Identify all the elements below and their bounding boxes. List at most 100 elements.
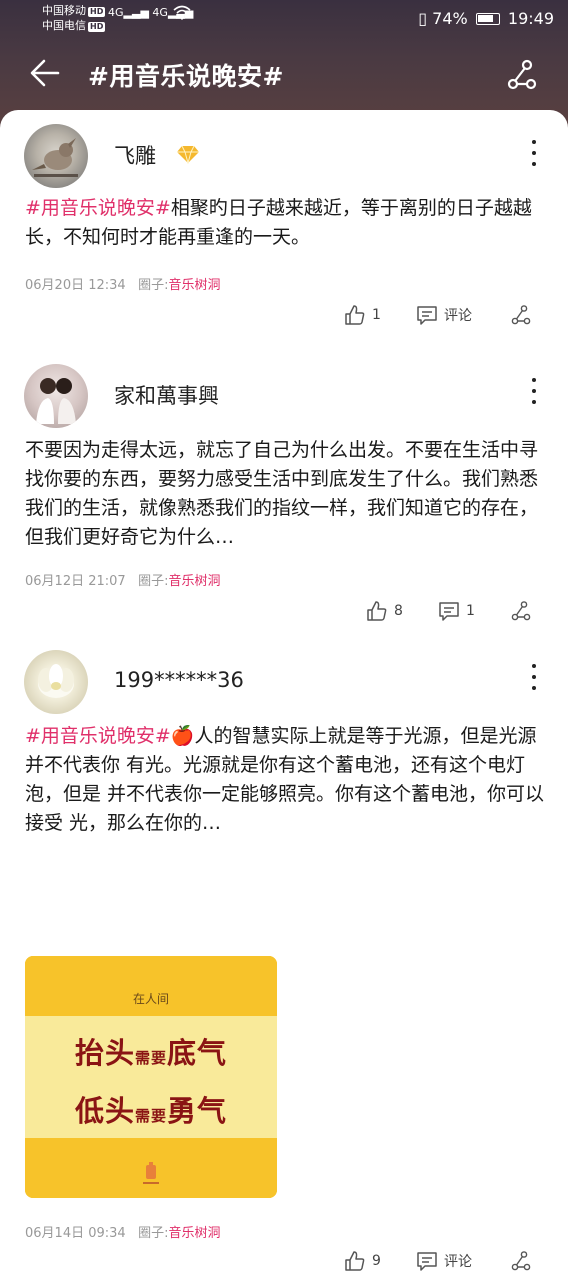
post-meta: 06月12日 21:07 圈子:音乐树洞: [25, 570, 221, 589]
like-count: 9: [372, 1253, 381, 1269]
network-type-1: 4G: [108, 6, 124, 19]
comment-label: 评论: [444, 1254, 472, 1270]
image-line-2: 低头需要勇气: [25, 1088, 277, 1130]
share-button[interactable]: [505, 58, 539, 92]
more-dot: [532, 378, 536, 382]
image-text-small: 需要: [134, 1049, 167, 1067]
share-icon: [511, 305, 531, 325]
comment-icon: [439, 602, 459, 621]
like-count: 1: [372, 307, 381, 323]
username[interactable]: 家和萬事興: [114, 380, 219, 410]
battery-percent: 74%: [432, 9, 468, 28]
thumbs-up-icon: [367, 601, 387, 621]
username[interactable]: 199******36: [114, 668, 244, 692]
vibrate-icon: ▯: [418, 9, 428, 28]
status-bar: 中国移动 HD 中国电信 HD 4G▂▃▅ 4G▂▃▅ ▯ 74% 19:49: [0, 0, 568, 38]
more-options-button[interactable]: [520, 374, 548, 408]
avatar[interactable]: [24, 650, 88, 714]
network-type-2: 4G: [152, 6, 168, 19]
more-dot: [532, 675, 536, 679]
post-meta: 06月20日 12:34 圈子:音乐树洞: [25, 274, 221, 293]
circle-label: 圈子:: [138, 1226, 169, 1241]
like-button[interactable]: 9: [344, 1246, 381, 1276]
like-count: 8: [394, 603, 403, 619]
comment-label: 评论: [444, 308, 472, 324]
more-dot: [532, 686, 536, 690]
thumbs-up-icon: [345, 1251, 365, 1271]
circle-link[interactable]: 音乐树洞: [168, 278, 220, 293]
back-button[interactable]: [28, 56, 62, 90]
more-dot: [532, 162, 536, 166]
like-button[interactable]: 1: [344, 300, 381, 330]
image-text-small: 需要: [134, 1107, 167, 1125]
more-dot: [532, 400, 536, 404]
like-button[interactable]: 8: [366, 596, 403, 626]
apple-emoji: 🍎: [170, 725, 195, 747]
post-content[interactable]: 不要因为走得太远，就忘了自己为什么出发。不要在生活中寻找你要的东西，要努力感受生…: [25, 436, 545, 552]
image-top-band: [25, 956, 277, 1016]
status-right: ▯ 74% 19:49: [418, 9, 554, 28]
flower-avatar-icon: [38, 664, 74, 698]
carrier-2: 中国电信: [42, 19, 86, 32]
more-dot: [532, 140, 536, 144]
more-options-button[interactable]: [520, 136, 548, 170]
circle-label: 圈子:: [138, 278, 169, 293]
hashtag-link[interactable]: #用音乐说晚安#: [25, 725, 171, 747]
bird-avatar-icon: [32, 138, 78, 177]
signal-icon: ▂▃▅: [123, 6, 149, 19]
comment-button[interactable]: 评论: [416, 300, 472, 330]
comment-count: 1: [466, 603, 475, 619]
post-date: 06月20日 12:34: [25, 278, 126, 293]
comment-icon: [417, 306, 437, 325]
avatar[interactable]: [24, 364, 88, 428]
post-actions: 8 1: [0, 596, 568, 626]
nav-bar: #用音乐说晚安#: [0, 50, 568, 100]
post-content[interactable]: #用音乐说晚安#相聚旳日子越来越近，等于离别的日子越越长，不知何时才能再重逢的一…: [25, 194, 545, 252]
image-line-1: 抬头需要底气: [25, 1030, 277, 1072]
back-arrow-icon: [30, 59, 60, 87]
comment-button[interactable]: 评论: [416, 1246, 472, 1276]
hd-badge: HD: [88, 7, 106, 17]
hashtag-link[interactable]: #用音乐说晚安#: [25, 197, 171, 219]
more-dot: [532, 389, 536, 393]
hd-badge: HD: [88, 22, 106, 32]
image-text: 勇气: [167, 1094, 228, 1128]
share-icon: [511, 601, 531, 621]
image-caption: 在人间: [132, 992, 169, 1006]
comment-icon: [417, 1252, 437, 1271]
clock: 19:49: [507, 9, 554, 28]
share-post-button[interactable]: [510, 300, 532, 330]
wifi-icon: [172, 4, 192, 24]
circle-label: 圈子:: [138, 574, 169, 589]
post-list: 飞雕 #用音乐说晚安#相聚旳日子越来越近，等于离别的日子越越长，不知何时才能再重…: [0, 110, 568, 1271]
post-actions: 9 评论: [0, 1246, 568, 1276]
page-title: #用音乐说晚安#: [88, 62, 284, 91]
image-text: 底气: [167, 1036, 228, 1070]
circle-link[interactable]: 音乐树洞: [168, 574, 220, 589]
post-meta: 06月14日 09:34 圈子:音乐树洞: [25, 1222, 221, 1241]
diamond-badge-icon: [176, 144, 200, 165]
post-actions: 1 评论: [0, 300, 568, 330]
image-text: 抬头: [74, 1036, 135, 1070]
carrier-1: 中国移动: [42, 4, 86, 17]
more-dot: [532, 151, 536, 155]
post-content[interactable]: #用音乐说晚安#🍎人的智慧实际上就是等于光源，但是光源并不代表你 有光。光源就是…: [25, 722, 545, 838]
battery-icon: [475, 13, 500, 25]
seal-logo-icon: [141, 1161, 161, 1187]
couple-avatar-icon: [36, 378, 76, 424]
share-post-button[interactable]: [510, 596, 532, 626]
post-text: 不要因为走得太远，就忘了自己为什么出发。不要在生活中寻找你要的东西，要努力感受生…: [25, 439, 539, 548]
image-text: 低头: [74, 1094, 135, 1128]
comment-button[interactable]: 1: [438, 596, 475, 626]
post-date: 06月14日 09:34: [25, 1226, 126, 1241]
circle-link[interactable]: 音乐树洞: [168, 1226, 220, 1241]
post-date: 06月12日 21:07: [25, 574, 126, 589]
share-post-button[interactable]: [510, 1246, 532, 1276]
post-image[interactable]: 在人间 抬头需要底气 低头需要勇气: [25, 956, 277, 1198]
more-dot: [532, 664, 536, 668]
more-options-button[interactable]: [520, 660, 548, 694]
share-icon: [507, 59, 537, 90]
thumbs-up-icon: [345, 305, 365, 325]
avatar[interactable]: [24, 124, 88, 188]
username[interactable]: 飞雕: [114, 140, 156, 170]
